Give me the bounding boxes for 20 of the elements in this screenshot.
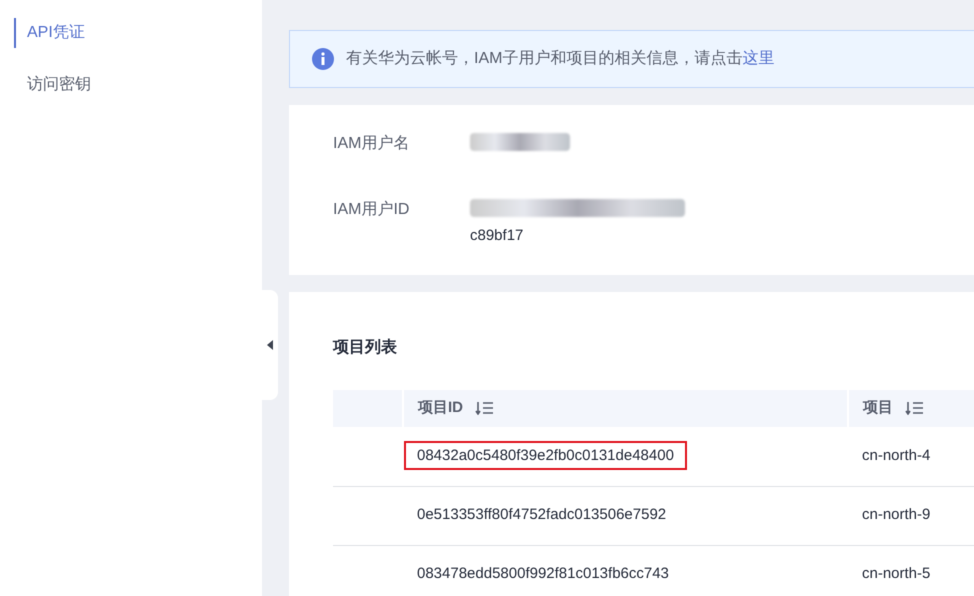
section-title: 项目列表	[333, 338, 398, 358]
table-cell: 083478edd5800f992f81c013fb6cc743	[417, 565, 669, 582]
field-label: IAM用户名	[333, 134, 410, 154]
info-icon	[312, 48, 334, 70]
help-link[interactable]: 这里	[742, 50, 774, 67]
table-cell: cn-north-4	[862, 447, 930, 464]
sidebar-item[interactable]: 访问密钥	[14, 70, 262, 100]
table-cell: cn-north-9	[862, 506, 930, 524]
alert-text: 有关华为云帐号，IAM子用户和项目的相关信息，请点击这里	[346, 48, 774, 69]
table-cell: 0e513353ff80f4752fadc013506e7592	[417, 506, 666, 524]
caret-icon	[266, 340, 274, 350]
sort-icon[interactable]	[905, 401, 926, 416]
table-cell: 08432a0c5480f39e2fb0c0131de48400	[404, 441, 687, 470]
column-header[interactable]: 项目ID	[418, 399, 463, 416]
table-cell: cn-north-5	[862, 565, 930, 582]
sidebar-item[interactable]: API凭证	[14, 18, 262, 48]
field-value: c89bf17	[470, 226, 524, 246]
field-label: IAM用户ID	[333, 200, 410, 220]
column-header[interactable]: 项目	[863, 399, 893, 416]
sort-icon[interactable]	[475, 401, 496, 416]
